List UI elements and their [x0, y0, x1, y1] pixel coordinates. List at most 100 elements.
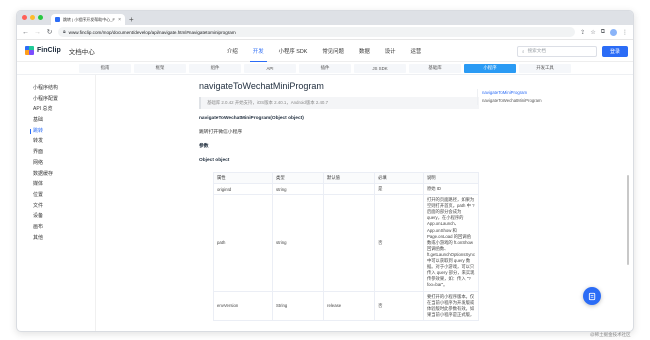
sub-nav-tab[interactable]: 指南 — [79, 63, 131, 73]
toc-item[interactable]: navigateToMiniProgram — [482, 89, 577, 97]
table-cell: release — [323, 290, 376, 321]
top-nav: 介绍 开发 小程序 SDK 常见问题 数据 设计 运营 — [227, 40, 421, 62]
site-header: FinClip 文档中心 介绍 开发 小程序 SDK 常见问题 数据 设计 运营 ⌕ 搜索文… — [17, 40, 633, 62]
search-input[interactable]: ⌕ 搜索文档 — [517, 45, 597, 57]
table-cell: originId — [212, 182, 274, 196]
table-cell — [323, 194, 376, 292]
lock-icon: 🔒︎ — [63, 29, 66, 35]
sidebar-item[interactable]: 媒体 — [27, 179, 87, 190]
favicon-icon — [55, 17, 60, 22]
profile-avatar-icon[interactable] — [610, 28, 617, 36]
top-nav-item[interactable]: 小程序 SDK — [279, 40, 308, 62]
sidebar-item[interactable]: 数据缓存 — [27, 169, 87, 180]
sidebar-item[interactable]: 界面 — [27, 147, 87, 158]
close-window-icon[interactable] — [22, 15, 27, 20]
top-nav-item[interactable]: 介绍 — [227, 40, 238, 62]
sidebar-item[interactable]: 文件 — [27, 201, 87, 212]
table-cell: string — [272, 182, 325, 196]
page-content: 小程序结构 小程序配置 API 总览 基础 跳转 转发 界面 网络 数据缓存 媒体 位置 文件 设备 画布… — [17, 75, 633, 331]
bookmark-star-icon[interactable]: ☆ — [590, 29, 595, 36]
extensions-icon[interactable]: ⧉ — [601, 29, 605, 36]
version-note: 基础库 2.0.42 开始支持，iOS版本 2.40.1，Android版本 2… — [199, 97, 479, 109]
browser-toolbar-icons: ⇪ ☆ ⧉ ⋮ — [580, 28, 628, 36]
finclip-logo[interactable]: FinClip — [25, 46, 61, 55]
table-row: originId string 是原始 ID — [212, 182, 480, 196]
reload-icon[interactable]: ↻ — [46, 28, 53, 36]
table-cell: path — [212, 194, 274, 292]
forward-icon[interactable]: → — [34, 29, 41, 36]
sub-nav-tab[interactable]: 开发工具 — [519, 63, 571, 73]
tab-title: 跳转 | 小程序开发帮助中心_Fi... — [63, 16, 116, 22]
sidebar-item[interactable]: 跳转 — [27, 126, 87, 137]
back-icon[interactable]: ← — [22, 29, 29, 36]
table-header-row: 属性 类型 默认值 必填 说明 — [212, 172, 480, 184]
toc-item[interactable]: navigateToWechatMiniProgram — [482, 97, 577, 105]
share-icon[interactable]: ⇪ — [580, 29, 585, 36]
top-nav-item[interactable]: 数据 — [359, 40, 370, 62]
url-text: www.finclip.com/mop/document/develop/api… — [68, 29, 236, 35]
params-heading: 参数 — [199, 144, 209, 149]
object-heading: Object object — [199, 158, 230, 163]
edit-icon[interactable] — [583, 287, 601, 305]
search-placeholder: 搜索文档 — [527, 48, 546, 53]
table-cell: 是 — [374, 182, 424, 196]
sub-nav-tab[interactable]: 基础库 — [409, 63, 461, 73]
maximize-window-icon[interactable] — [38, 15, 43, 20]
sub-nav: 指南 框架 组件 API 插件 JS SDK 基础库 小程序 开发工具 — [17, 62, 633, 75]
sidebar-item[interactable]: 画布 — [27, 222, 87, 233]
table-cell: 打开的页面路径，如果为空则打开首页。path 中 ? 后面的部分会成为 quer… — [422, 194, 480, 292]
table-cell — [323, 182, 376, 196]
table-header-cell: 类型 — [272, 172, 325, 184]
table-cell: string — [272, 194, 325, 292]
sidebar-item[interactable]: 位置 — [27, 190, 87, 201]
table-row: path string 否打开的页面路径，如果为空则打开首页。path 中 ? 后面… — [212, 194, 480, 292]
sidebar-item[interactable]: 网络 — [27, 158, 87, 169]
page-title: navigateToWechatMiniProgram — [199, 81, 324, 91]
browser-tab[interactable]: 跳转 | 小程序开发帮助中心_Fi... × — [51, 14, 125, 25]
top-nav-item[interactable]: 常见问题 — [322, 40, 344, 62]
page-scrollbar[interactable] — [627, 175, 629, 265]
table-header-cell: 说明 — [422, 172, 480, 184]
login-button[interactable]: 登录 — [602, 45, 628, 57]
sub-nav-tab[interactable]: 插件 — [299, 63, 351, 73]
top-nav-item[interactable]: 运营 — [411, 40, 422, 62]
table-cell: 否 — [374, 194, 424, 292]
sub-nav-tab[interactable]: API — [244, 63, 296, 73]
edit-glyph — [588, 292, 595, 300]
table-of-contents: navigateToMiniProgram navigateToWechatMin… — [477, 89, 577, 105]
minimize-window-icon[interactable] — [30, 15, 35, 20]
search-icon: ⌕ — [522, 48, 525, 54]
sub-nav-tab[interactable]: JS SDK — [354, 63, 406, 73]
sidebar-item[interactable]: API 总览 — [27, 104, 87, 115]
sidebar-item[interactable]: 设备 — [27, 211, 87, 222]
table-cell: 否 — [374, 290, 424, 321]
sub-nav-tab[interactable]: 小程序 — [464, 63, 516, 73]
sub-nav-tab[interactable]: 框架 — [134, 63, 186, 73]
sidebar-item[interactable]: 基础 — [27, 115, 87, 126]
table-header-cell: 属性 — [212, 172, 274, 184]
sidebar-item[interactable]: 小程序结构 — [27, 83, 87, 94]
top-nav-item[interactable]: 开发 — [249, 40, 267, 62]
article: navigateToWechatMiniProgram 基础库 2.0.42 开… — [199, 81, 480, 321]
top-nav-item[interactable]: 设计 — [385, 40, 396, 62]
menu-dots-icon[interactable]: ⋮ — [622, 29, 628, 36]
url-field[interactable]: 🔒︎ www.finclip.com/mop/document/develop/… — [58, 27, 576, 37]
finclip-logo-icon — [25, 46, 34, 55]
window-controls — [22, 15, 43, 20]
table-cell: 原始 ID — [422, 182, 480, 196]
sidebar-item[interactable]: 转发 — [27, 136, 87, 147]
sidebar-item[interactable]: 小程序配置 — [27, 94, 87, 105]
table-header-cell: 默认值 — [323, 172, 376, 184]
params-table: 属性 类型 默认值 必填 说明 originId string 是原始 ID path stri… — [212, 172, 480, 321]
table-cell: String — [272, 290, 325, 321]
close-tab-icon[interactable]: × — [118, 17, 121, 23]
browser-window: 跳转 | 小程序开发帮助中心_Fi... × + ← → ↻ 🔒︎ www.fi… — [16, 10, 634, 332]
table-cell: 要打开的小程序版本。仅在当前小程序为开发版或体验版时此参数有效。如果当前小程序是… — [422, 290, 480, 321]
table-header-cell: 必填 — [374, 172, 424, 184]
sidebar-item[interactable]: 其他 — [27, 233, 87, 244]
tab-strip: 跳转 | 小程序开发帮助中心_Fi... × + — [17, 11, 633, 25]
watermark: @稀土掘金技术社区 — [590, 332, 631, 337]
new-tab-icon[interactable]: + — [129, 14, 134, 25]
sub-nav-tab[interactable]: 组件 — [189, 63, 241, 73]
function-description: 跳转打开微信小程序 — [199, 130, 243, 135]
